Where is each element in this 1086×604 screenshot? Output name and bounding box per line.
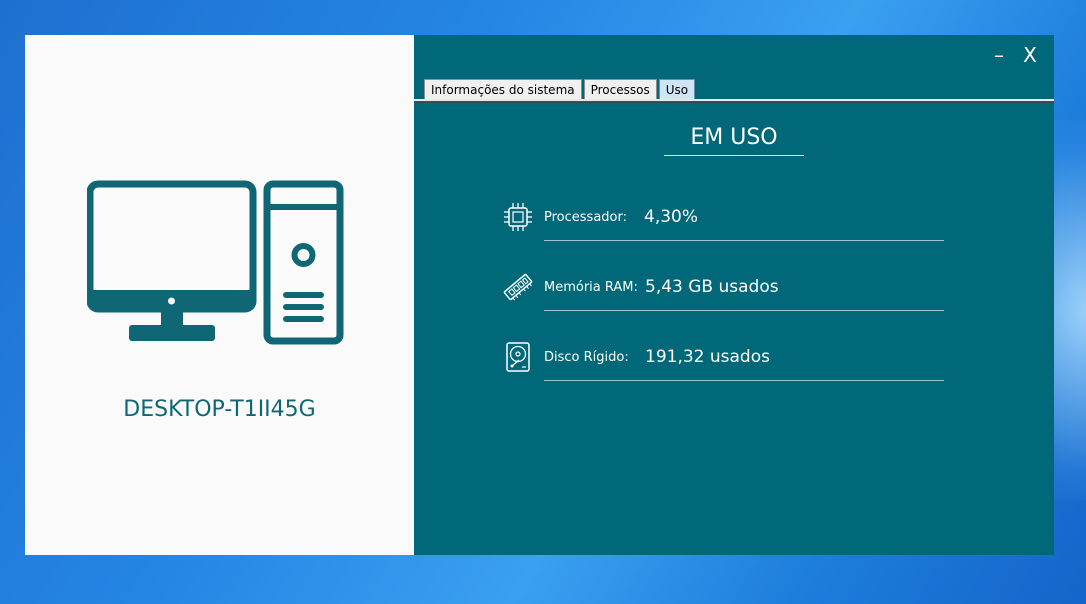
processor-label: Processador:	[544, 210, 627, 225]
hard-disk-icon	[506, 342, 530, 372]
processor-row: Processador: 4,30%	[502, 201, 944, 241]
app-window: DESKTOP-T1II45G – X Informações do siste…	[25, 35, 1054, 555]
system-summary-panel: DESKTOP-T1II45G	[25, 35, 414, 555]
cpu-chip-icon	[504, 203, 532, 231]
tab-bar: Informações do sistema Processos Uso	[424, 79, 697, 101]
disk-label: Disco Rígido:	[544, 350, 629, 365]
memory-label: Memória RAM:	[544, 280, 638, 295]
tab-usage[interactable]: Uso	[658, 79, 696, 101]
processor-underline	[544, 240, 944, 241]
disk-row: Disco Rígido: 191,32 usados	[502, 341, 944, 381]
tab-processes[interactable]: Processos	[583, 79, 657, 101]
tab-system-info[interactable]: Informações do sistema	[424, 79, 582, 101]
memory-value: 5,43 GB usados	[645, 277, 779, 297]
minimize-button[interactable]: –	[988, 43, 1010, 67]
processor-value: 4,30%	[644, 207, 699, 227]
section-title: EM USO	[690, 125, 778, 150]
usage-panel: – X Informações do sistema Processos Uso…	[414, 35, 1054, 555]
disk-value: 191,32 usados	[645, 347, 770, 367]
ram-stick-icon	[503, 273, 533, 301]
title-underline	[664, 155, 804, 156]
tab-divider-shadow	[414, 102, 1054, 103]
desktop-computer-icon	[87, 180, 344, 345]
tab-divider	[414, 99, 1054, 101]
memory-underline	[544, 310, 944, 311]
computer-hostname: DESKTOP-T1II45G	[123, 397, 316, 422]
disk-underline	[544, 380, 944, 381]
close-button[interactable]: X	[1019, 43, 1041, 67]
memory-row: Memória RAM: 5,43 GB usados	[502, 271, 944, 311]
